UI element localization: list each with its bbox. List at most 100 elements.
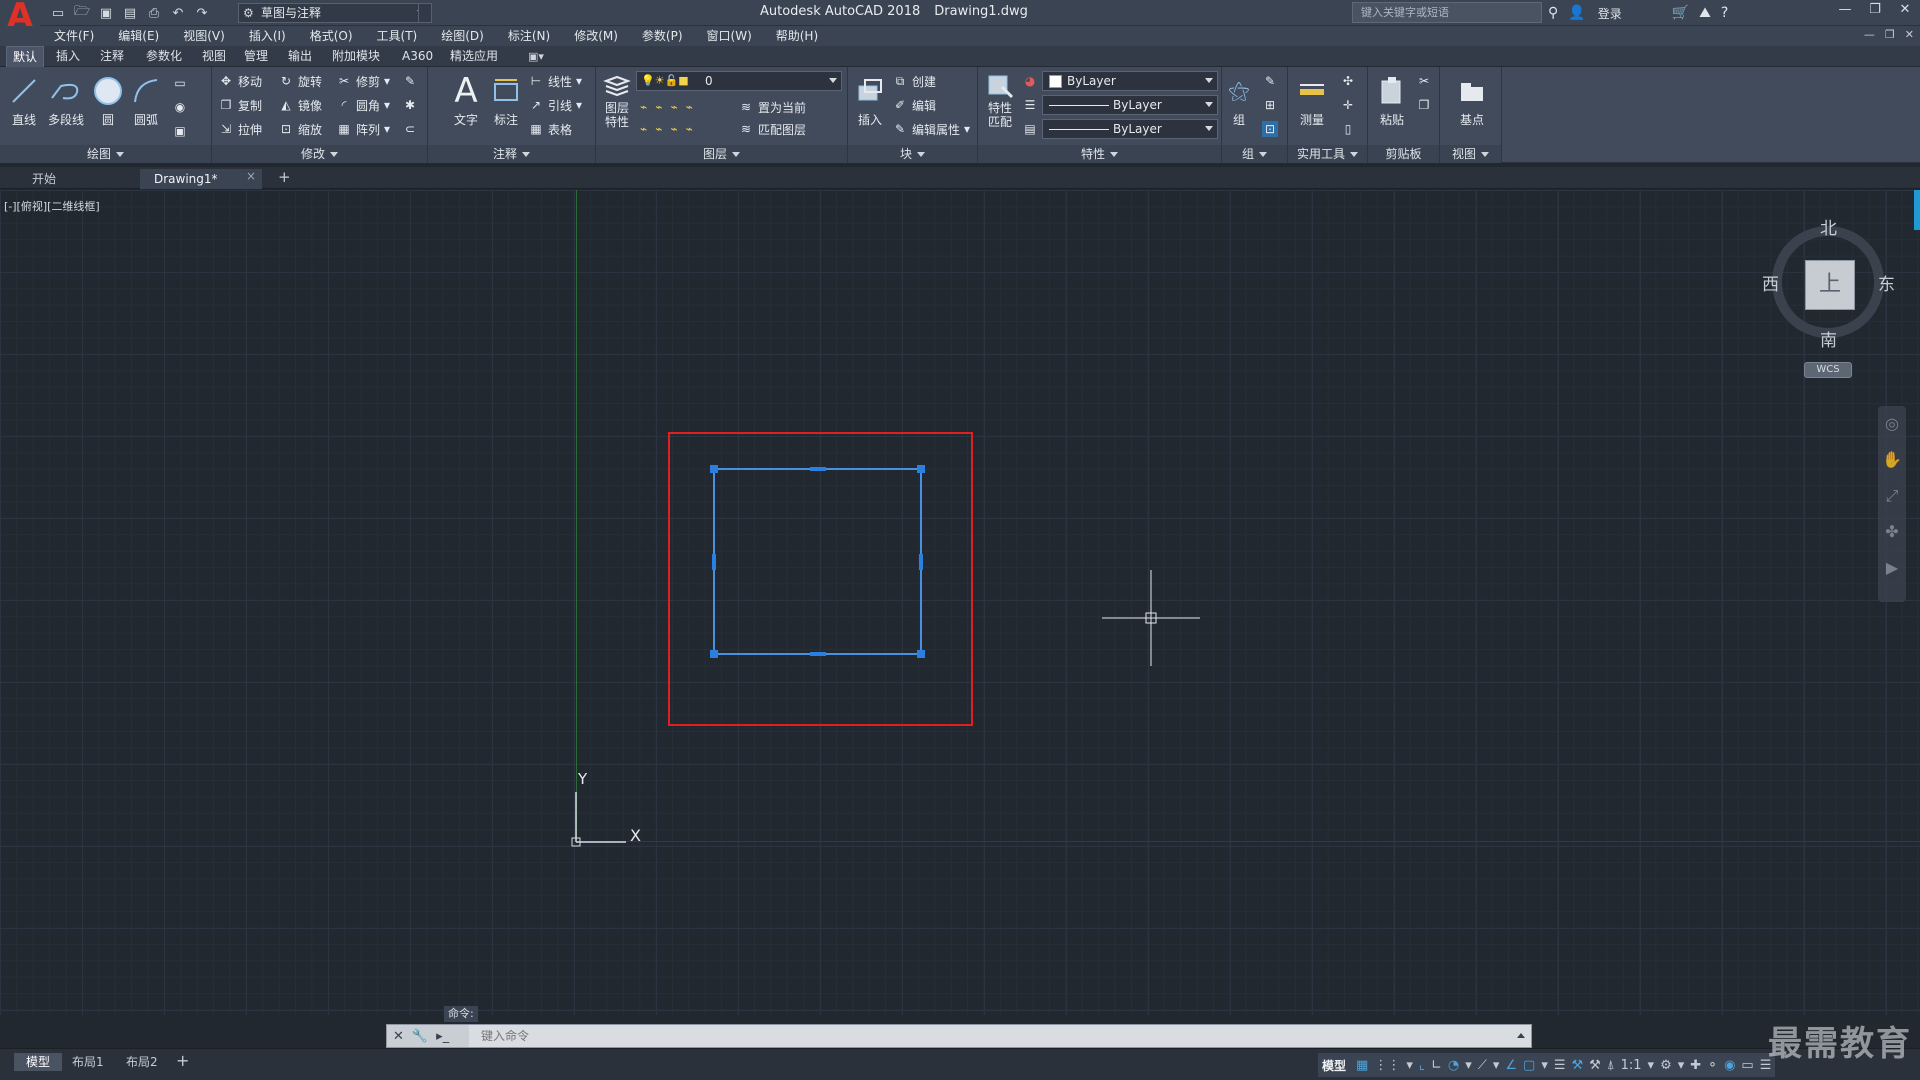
edit-block-button[interactable]: ✐ 编辑 (892, 95, 936, 115)
annotation-scale-icon[interactable]: ⍋ (1607, 1058, 1615, 1073)
polar-tracking-icon[interactable]: ◔ (1448, 1058, 1459, 1073)
copy-button[interactable]: ❐ 复制 (218, 95, 262, 115)
linear-dim-button[interactable]: ⊢ 线性 ▾ (528, 71, 582, 91)
new-file-icon[interactable]: ▭ (48, 3, 68, 23)
lineweight-select[interactable]: ByLayer (1042, 119, 1218, 139)
compass-west[interactable]: 西 (1762, 270, 1779, 295)
help-search-input[interactable]: 键入关键字或短语 (1352, 2, 1542, 23)
text-button[interactable]: A 文字 (446, 71, 486, 128)
edit-attributes-button[interactable]: ✎ 编辑属性 ▾ (892, 119, 970, 139)
layout-tab-model[interactable]: 模型 (14, 1053, 63, 1071)
panel-title-properties[interactable]: 特性 (978, 145, 1221, 163)
menu-parametric[interactable]: 参数(P) (630, 26, 695, 46)
wcs-menu-button[interactable]: WCS (1804, 362, 1852, 378)
match-properties-button[interactable]: 特性 匹配 (980, 71, 1020, 129)
tab-start[interactable]: 开始 (18, 169, 70, 189)
tab-annotate[interactable]: 注释 (94, 46, 130, 67)
minimize-icon[interactable]: — (1830, 0, 1860, 22)
grip-midpoint[interactable] (919, 554, 923, 570)
panel-title-layers[interactable]: 图层 (596, 145, 847, 163)
boundary-button[interactable]: ▣ (172, 121, 188, 141)
menu-format[interactable]: 格式(O) (298, 26, 365, 46)
fillet-button[interactable]: ◜ 圆角 ▾ (336, 95, 390, 115)
isodraft-icon[interactable]: ⟋ (1478, 1058, 1487, 1073)
qat-customize-button[interactable] (418, 3, 432, 23)
circle-button[interactable]: 圆 (88, 71, 128, 128)
ortho-icon[interactable]: ∟ (1431, 1058, 1442, 1073)
base-view-button[interactable]: 基点 (1452, 71, 1492, 128)
compass-south[interactable]: 南 (1820, 326, 1837, 351)
quick-select-icon[interactable]: ✣ (1340, 71, 1356, 91)
scale-button[interactable]: ⊡ 缩放 (278, 119, 322, 139)
table-button[interactable]: ▦ 表格 (528, 119, 572, 139)
chevron-down-icon[interactable]: ▾ (1465, 1058, 1472, 1073)
match-layer-button[interactable]: ≋ 匹配图层 (738, 119, 806, 139)
panel-title-view[interactable]: 视图 (1440, 145, 1501, 163)
workspace-select[interactable]: ⚙ 草图与注释 (238, 3, 430, 23)
a360-icon[interactable]: ⛰ (1699, 5, 1711, 21)
menu-edit[interactable]: 编辑(E) (106, 26, 171, 46)
cart-icon[interactable]: 🛒 (1672, 5, 1689, 21)
create-block-button[interactable]: ⧉ 创建 (892, 71, 936, 91)
open-folder-icon[interactable]: 🗁 (72, 3, 92, 23)
tab-default[interactable]: 默认 (6, 46, 45, 67)
object-snap-icon[interactable]: ▢ (1523, 1058, 1535, 1073)
mirror-button[interactable]: ◭ 镜像 (278, 95, 322, 115)
orbit-icon[interactable]: ✤ (1878, 514, 1906, 550)
hatch-button[interactable]: ◉ (172, 97, 188, 117)
save-as-icon[interactable]: ▤ (120, 3, 140, 23)
ungroup-icon[interactable]: ✎ (1262, 71, 1278, 91)
grip-midpoint[interactable] (810, 652, 826, 656)
layer-tools-row-2[interactable]: ⌁⌁⌁⌁ (640, 119, 701, 139)
group-selection-icon[interactable]: ⊡ (1262, 119, 1278, 139)
grip-midpoint[interactable] (810, 467, 826, 471)
tab-a360[interactable]: A360 (396, 46, 439, 67)
trim-button[interactable]: ✂ 修剪 ▾ (336, 71, 390, 91)
viewcube[interactable]: 上 北 南 西 东 (1762, 214, 1895, 351)
close-icon[interactable]: ✕ (393, 1029, 404, 1044)
grip-midpoint[interactable] (712, 554, 716, 570)
explode-button[interactable]: ✱ (402, 95, 418, 115)
doc-minimize-icon[interactable]: — (1864, 28, 1875, 41)
menu-help[interactable]: 帮助(H) (764, 26, 830, 46)
linetype-select[interactable]: ByLayer (1042, 95, 1218, 115)
rotate-button[interactable]: ↻ 旋转 (278, 71, 322, 91)
annotation-scale-value[interactable]: 1:1 (1621, 1058, 1642, 1073)
move-button[interactable]: ✥ 移动 (218, 71, 262, 91)
array-button[interactable]: ▦ 阵列 ▾ (336, 119, 390, 139)
layout-tab-2[interactable]: 布局2 (114, 1053, 170, 1071)
viewcube-top-face[interactable]: 上 (1805, 260, 1855, 310)
id-point-icon[interactable]: ✛ (1340, 95, 1356, 115)
showmotion-icon[interactable]: ▶ (1878, 550, 1906, 586)
infer-constraints-icon[interactable]: ⌞ (1419, 1058, 1425, 1073)
binoculars-icon[interactable]: ⚲ (1548, 5, 1558, 21)
line-button[interactable]: 直线 (4, 71, 44, 128)
color-wheel-icon[interactable]: ◕ (1022, 71, 1038, 91)
linetype-icon[interactable]: ☰ (1022, 95, 1038, 115)
layer-tools-row-1[interactable]: ⌁⌁⌁⌁ (640, 97, 701, 117)
new-tab-button[interactable]: + (278, 168, 291, 186)
copy-clip-icon[interactable]: ❐ (1416, 95, 1432, 115)
close-icon[interactable]: ✕ (1890, 0, 1920, 22)
tab-parametric[interactable]: 参数化 (140, 46, 188, 67)
group-edit-icon[interactable]: ⊞ (1262, 95, 1278, 115)
group-button[interactable]: ⚝ 组 (1224, 71, 1254, 128)
undo-icon[interactable]: ↶ (168, 3, 188, 23)
compass-north[interactable]: 北 (1820, 214, 1837, 239)
model-space-button[interactable]: 模型 (1322, 1057, 1346, 1074)
layout-tab-1[interactable]: 布局1 (60, 1053, 116, 1071)
layer-properties-button[interactable]: 图层 特性 (598, 71, 636, 129)
tab-featured-apps[interactable]: 精选应用 (444, 46, 504, 67)
new-layout-button[interactable]: + (176, 1051, 189, 1070)
leader-button[interactable]: ↗ 引线 ▾ (528, 95, 582, 115)
panel-title-clipboard[interactable]: 剪贴板 (1368, 145, 1439, 163)
chevron-down-icon[interactable]: ▾ (1678, 1058, 1685, 1073)
calculator-icon[interactable]: ▯ (1340, 119, 1356, 139)
scrollbar-thumb[interactable] (1914, 190, 1920, 230)
close-icon[interactable]: × (246, 169, 256, 183)
menu-window[interactable]: 窗口(W) (695, 26, 764, 46)
plus-icon[interactable]: ✚ (1690, 1058, 1701, 1073)
grip-corner[interactable] (917, 465, 925, 473)
chevron-up-icon[interactable] (1517, 1033, 1525, 1038)
object-snap-tracking-icon[interactable]: ∠ (1505, 1058, 1517, 1073)
